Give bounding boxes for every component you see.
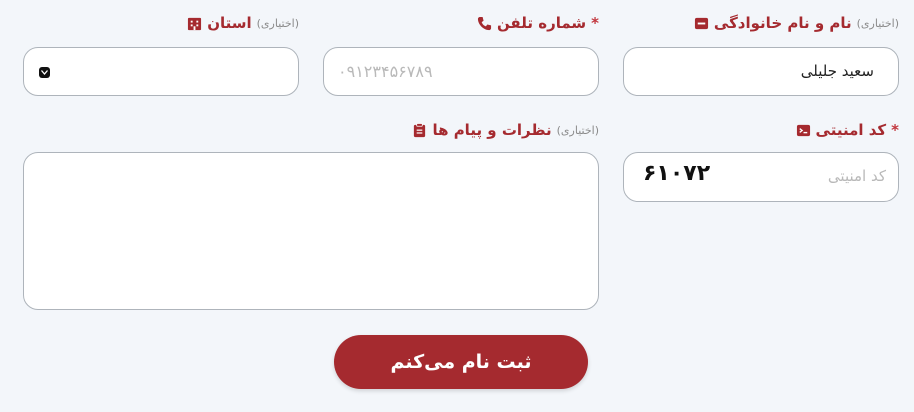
captcha-label: کد امنیتی * bbox=[796, 121, 899, 139]
phone-label: شماره تلفن * bbox=[477, 14, 599, 32]
phone-input[interactable]: ۰۹۱۲۳۴۵۶۷۸۹ bbox=[323, 47, 599, 96]
province-select[interactable] bbox=[23, 47, 299, 96]
id-card-icon bbox=[694, 17, 708, 29]
captcha-placeholder: کد امنیتی bbox=[827, 167, 886, 185]
building-icon bbox=[188, 17, 202, 30]
phone-field: شماره تلفن * ۰۹۱۲۳۴۵۶۷۸۹ bbox=[323, 14, 599, 96]
comments-label: نظرات و پیام ها (اختیاری) bbox=[412, 121, 599, 139]
submit-button[interactable]: ثبت نام می‌کنم bbox=[334, 335, 588, 389]
name-field: نام و نام خانوادگی (اختیاری) سعید جلیلی bbox=[623, 14, 899, 96]
name-input-value: سعید جلیلی bbox=[800, 62, 874, 80]
phone-icon bbox=[477, 16, 491, 30]
terminal-icon bbox=[796, 124, 810, 136]
clipboard-icon bbox=[414, 122, 426, 137]
province-field: استان (اختیاری) bbox=[23, 14, 299, 96]
captcha-field: کد امنیتی * کد امنیتی ۶۱۰۷۲ bbox=[623, 121, 899, 202]
comments-field: نظرات و پیام ها (اختیاری) bbox=[23, 121, 599, 310]
name-input[interactable]: سعید جلیلی bbox=[623, 47, 899, 96]
province-label: استان (اختیاری) bbox=[187, 14, 299, 32]
captcha-image: ۶۱۰۷۲ bbox=[643, 161, 711, 186]
phone-placeholder: ۰۹۱۲۳۴۵۶۷۸۹ bbox=[338, 62, 433, 81]
name-label: نام و نام خانوادگی (اختیاری) bbox=[694, 14, 899, 32]
comments-textarea[interactable] bbox=[23, 152, 599, 310]
chevron-down-icon bbox=[39, 67, 50, 78]
